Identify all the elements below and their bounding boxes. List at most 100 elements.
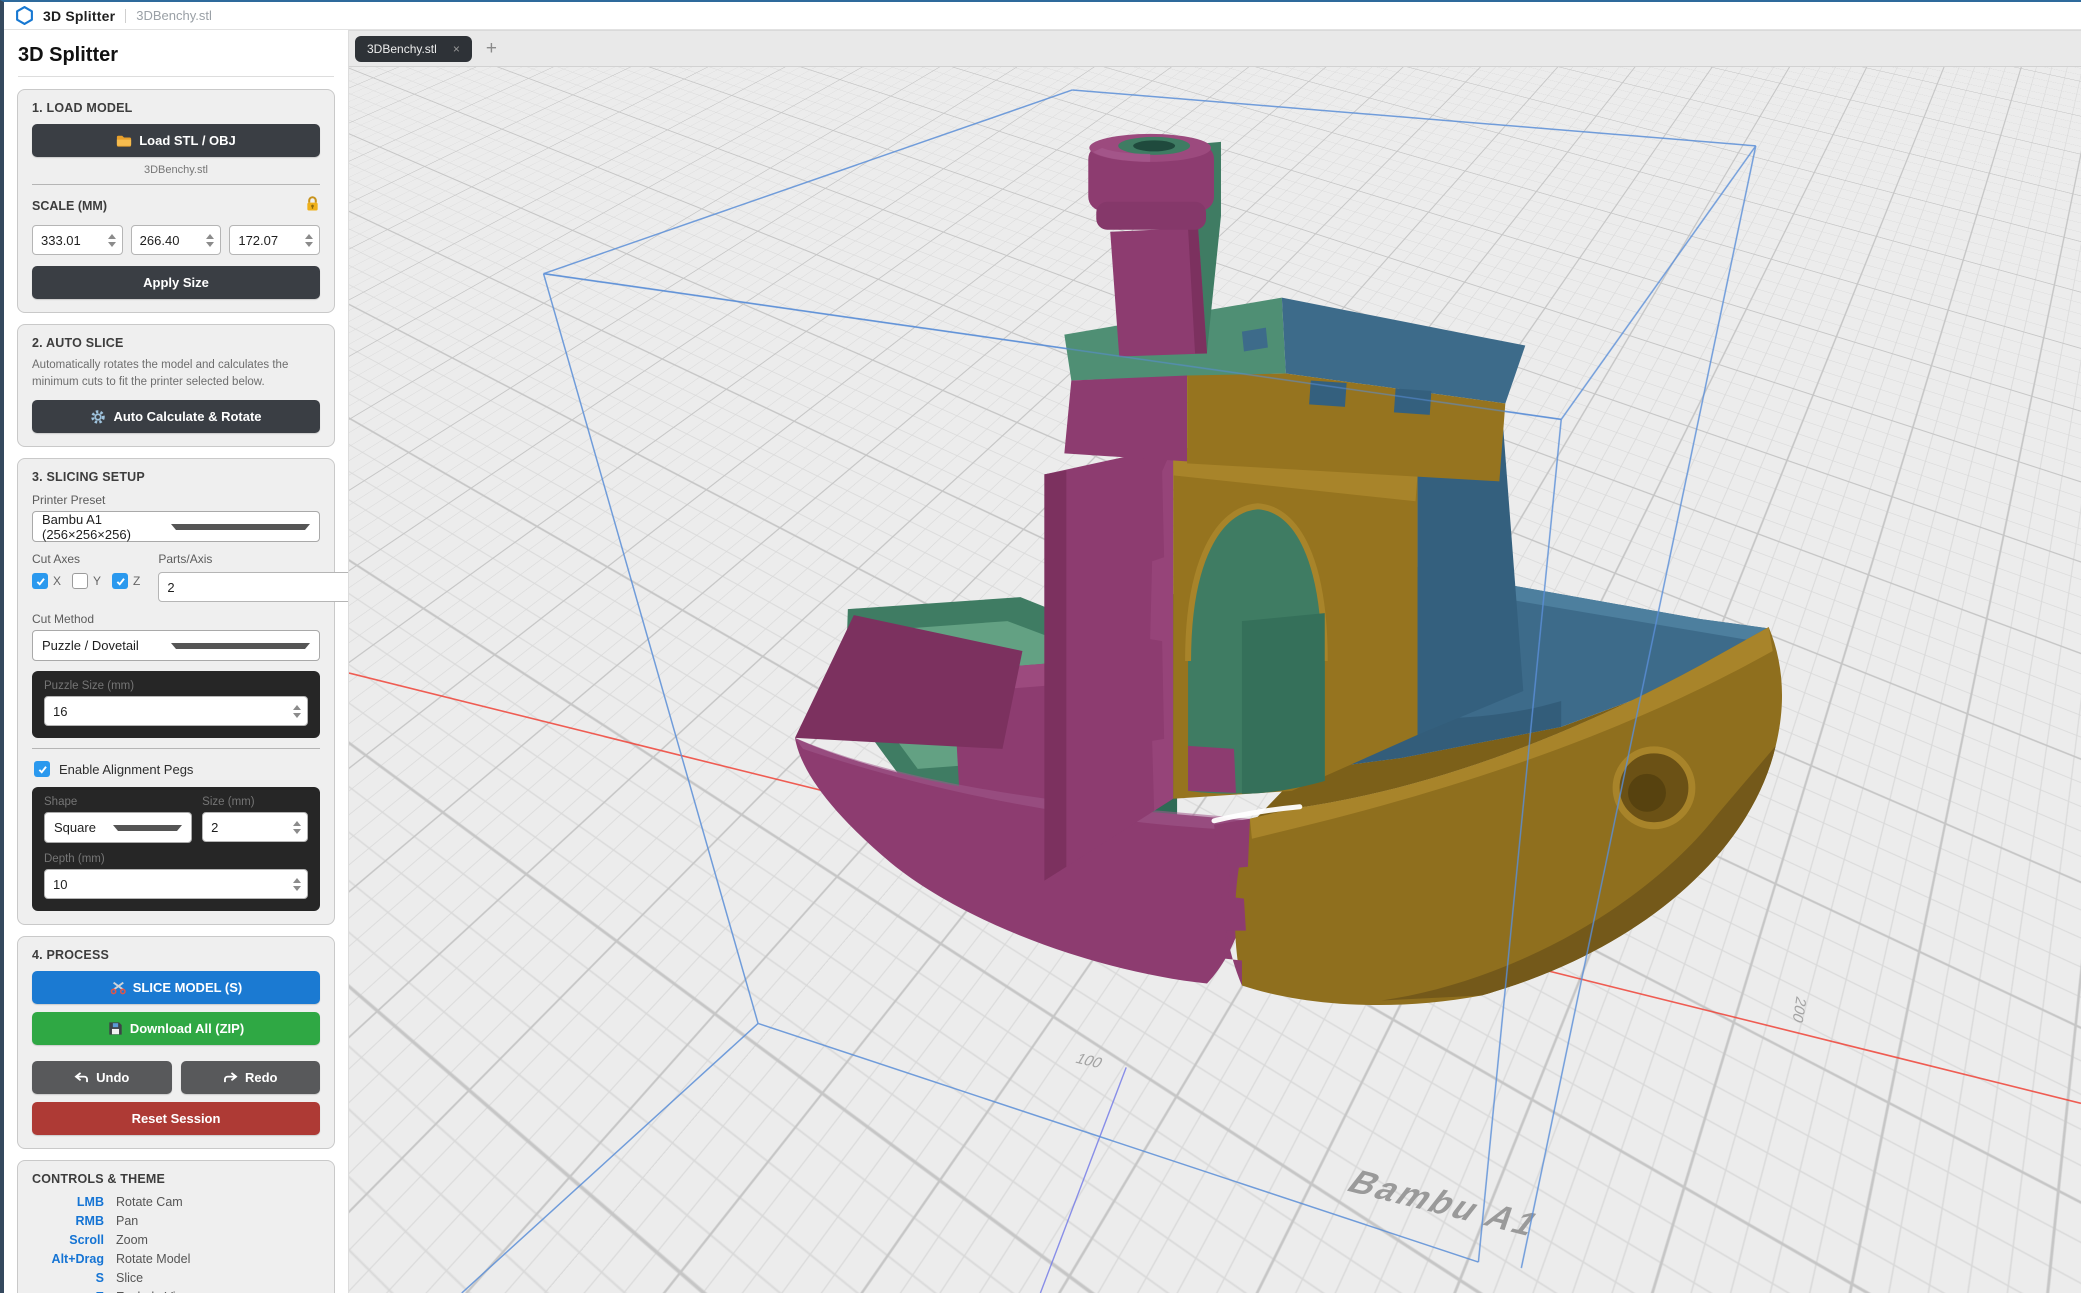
- scale-heading: SCALE (MM): [32, 199, 107, 213]
- load-stl-obj-button[interactable]: Load STL / OBJ: [32, 124, 320, 157]
- peg-shape-select[interactable]: Square: [44, 812, 192, 843]
- puzzle-options-panel: Puzzle Size (mm): [32, 671, 320, 738]
- cut-axes-label: Cut Axes: [32, 552, 146, 566]
- reset-session-button[interactable]: Reset Session: [32, 1102, 320, 1135]
- app-header: 3D Splitter 3DBenchy.stl: [4, 2, 2081, 30]
- sidebar-title: 3D Splitter: [18, 44, 334, 67]
- app-window: 3D Splitter 3DBenchy.stl 3D Splitter 1. …: [0, 0, 2081, 1293]
- bed-name-label: Bambu A1: [1340, 1164, 1550, 1243]
- peg-options-panel: Shape Square Size (mm): [32, 787, 320, 911]
- cut-axis-y-label: Y: [93, 574, 101, 588]
- load-model-heading: 1. LOAD MODEL: [32, 101, 320, 115]
- chevron-down-icon: [171, 524, 310, 530]
- shortcut-list: LMBRotate Cam RMBPan ScrollZoom Alt+Drag…: [32, 1195, 320, 1293]
- puzzle-size-label: Puzzle Size (mm): [44, 680, 308, 692]
- cut-axis-x-label: X: [53, 574, 61, 588]
- enable-alignment-pegs-label: Enable Alignment Pegs: [59, 762, 193, 777]
- slicing-setup-heading: 3. SLICING SETUP: [32, 470, 320, 484]
- panel-controls-theme: CONTROLS & THEME LMBRotate Cam RMBPan Sc…: [17, 1160, 335, 1293]
- scale-lock-icon[interactable]: [305, 195, 320, 217]
- panel-process: 4. PROCESS SLICE MODEL (S) Download All …: [17, 936, 335, 1149]
- parts-axis-input[interactable]: [159, 580, 343, 595]
- scale-y-field[interactable]: [131, 225, 222, 255]
- save-icon: [108, 1021, 123, 1036]
- tab-label: 3DBenchy.stl: [367, 42, 437, 56]
- scale-x-input[interactable]: [33, 233, 102, 248]
- shortcut-row: Alt+DragRotate Model: [32, 1252, 320, 1266]
- scale-z-stepper[interactable]: [299, 234, 319, 247]
- peg-size-field[interactable]: [202, 812, 308, 842]
- open-file-name: 3DBenchy.stl: [136, 8, 212, 23]
- grid-label: 100: [1072, 1051, 1105, 1072]
- auto-slice-description: Automatically rotates the model and calc…: [32, 357, 320, 390]
- printer-preset-select[interactable]: Bambu A1 (256×256×256): [32, 511, 320, 542]
- printer-preset-label: Printer Preset: [32, 493, 320, 507]
- parts-axis-label: Parts/Axis: [158, 552, 349, 566]
- auto-slice-heading: 2. AUTO SLICE: [32, 336, 320, 350]
- y-axis-line: [1040, 1067, 1126, 1293]
- scene-overlay: 100 100 200 Bambu A1: [349, 67, 2081, 1293]
- sidebar: 3D Splitter 1. LOAD MODEL Load STL / OBJ…: [4, 30, 349, 1293]
- peg-shape-label: Shape: [44, 796, 192, 808]
- cut-axis-y-checkbox[interactable]: [72, 573, 88, 589]
- peg-depth-stepper[interactable]: [287, 878, 307, 891]
- viewport-3d[interactable]: 3DBenchy.stl × +: [349, 30, 2081, 1293]
- peg-depth-field[interactable]: [44, 869, 308, 899]
- scale-y-input[interactable]: [132, 233, 201, 248]
- cut-axis-z-checkbox[interactable]: [112, 573, 128, 589]
- scale-z-input[interactable]: [230, 233, 299, 248]
- undo-button[interactable]: Undo: [32, 1061, 172, 1094]
- peg-size-stepper[interactable]: [287, 821, 307, 834]
- scale-x-stepper[interactable]: [102, 234, 122, 247]
- enable-alignment-pegs-checkbox[interactable]: [34, 761, 50, 777]
- cut-method-label: Cut Method: [32, 612, 320, 626]
- panel-load-model: 1. LOAD MODEL Load STL / OBJ 3DBenchy.st…: [17, 89, 335, 313]
- cut-axis-z-label: Z: [133, 574, 140, 588]
- benchy-model[interactable]: [795, 134, 1782, 1005]
- puzzle-size-field[interactable]: [44, 696, 308, 726]
- panel-divider: [32, 184, 320, 185]
- cut-axis-x-checkbox[interactable]: [32, 573, 48, 589]
- app-logo-hexagon-icon: [16, 6, 33, 25]
- tab-bar: 3DBenchy.stl × +: [349, 30, 2081, 67]
- scale-y-stepper[interactable]: [200, 234, 220, 247]
- scene-canvas[interactable]: 100 100 200 Bambu A1: [349, 67, 2081, 1293]
- shortcut-row: ScrollZoom: [32, 1233, 320, 1247]
- download-all-button[interactable]: Download All (ZIP): [32, 1012, 320, 1045]
- puzzle-size-input[interactable]: [45, 704, 287, 719]
- parts-axis-field[interactable]: [158, 572, 349, 602]
- sidebar-title-rule: [18, 76, 334, 77]
- tab-3dbenchy[interactable]: 3DBenchy.stl ×: [355, 36, 472, 62]
- panel-divider: [32, 748, 320, 749]
- redo-button[interactable]: Redo: [181, 1061, 321, 1094]
- tab-close-icon[interactable]: ×: [453, 42, 460, 56]
- undo-arrow-icon: [74, 1072, 89, 1084]
- auto-calculate-rotate-button[interactable]: Auto Calculate & Rotate: [32, 400, 320, 433]
- process-heading: 4. PROCESS: [32, 948, 320, 962]
- peg-depth-label: Depth (mm): [44, 853, 308, 865]
- shortcut-row: LMBRotate Cam: [32, 1195, 320, 1209]
- header-separator: [125, 9, 126, 23]
- scale-x-field[interactable]: [32, 225, 123, 255]
- new-tab-button[interactable]: +: [486, 39, 497, 58]
- chevron-down-icon: [171, 643, 310, 649]
- loaded-filename: 3DBenchy.stl: [32, 164, 320, 176]
- folder-icon: [116, 134, 132, 148]
- peg-size-label: Size (mm): [202, 796, 308, 808]
- gear-icon: [90, 409, 106, 425]
- scale-z-field[interactable]: [229, 225, 320, 255]
- controls-theme-heading: CONTROLS & THEME: [32, 1172, 320, 1186]
- grid-label: 200: [1789, 994, 1809, 1026]
- puzzle-size-stepper[interactable]: [287, 705, 307, 718]
- shortcut-row: RMBPan: [32, 1214, 320, 1228]
- apply-size-button[interactable]: Apply Size: [32, 266, 320, 299]
- slice-model-button[interactable]: SLICE MODEL (S): [32, 971, 320, 1004]
- app-title: 3D Splitter: [43, 8, 115, 24]
- panel-slicing-setup: 3. SLICING SETUP Printer Preset Bambu A1…: [17, 458, 335, 925]
- redo-arrow-icon: [223, 1072, 238, 1084]
- panel-auto-slice: 2. AUTO SLICE Automatically rotates the …: [17, 324, 335, 447]
- cut-method-select[interactable]: Puzzle / Dovetail: [32, 630, 320, 661]
- peg-size-input[interactable]: [203, 820, 287, 835]
- peg-depth-input[interactable]: [45, 877, 287, 892]
- shortcut-row: SSlice: [32, 1271, 320, 1285]
